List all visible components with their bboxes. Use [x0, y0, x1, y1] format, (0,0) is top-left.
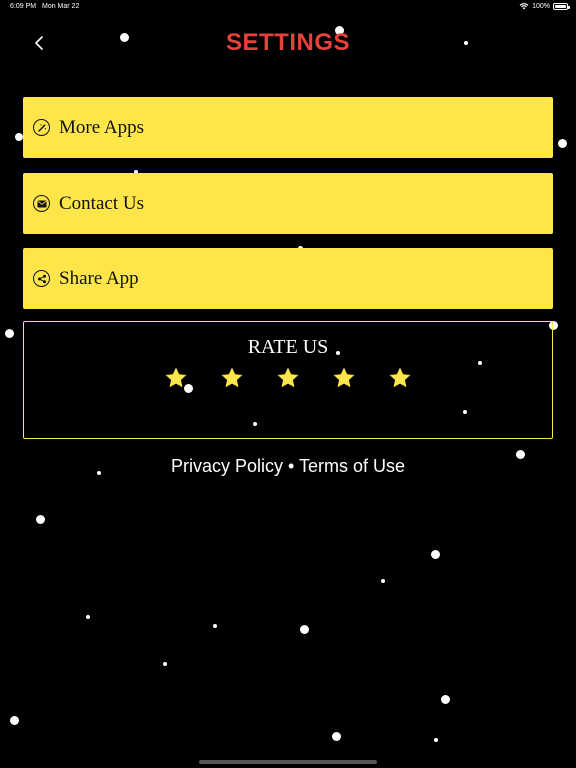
- snow-dot: [15, 133, 23, 141]
- battery-icon: [553, 2, 570, 10]
- snow-dot: [86, 615, 90, 619]
- share-app-label: Share App: [59, 267, 139, 289]
- snow-dot: [332, 732, 341, 741]
- terms-of-use-link[interactable]: Terms of Use: [299, 456, 405, 476]
- snow-dot: [431, 550, 440, 559]
- snow-dot: [558, 139, 567, 148]
- star-icon[interactable]: [220, 366, 244, 390]
- snow-dot: [36, 515, 45, 524]
- snow-dot: [10, 716, 19, 725]
- battery-fill: [555, 4, 566, 8]
- status-right: 100%: [519, 2, 570, 10]
- snow-dot: [381, 579, 385, 583]
- battery-cap: [568, 5, 570, 9]
- more-apps-button[interactable]: More Apps: [23, 97, 553, 158]
- star-icon[interactable]: [388, 366, 412, 390]
- privacy-policy-link[interactable]: Privacy Policy: [171, 456, 283, 476]
- contact-us-button[interactable]: Contact Us: [23, 173, 553, 234]
- footer-separator: •: [288, 456, 295, 476]
- star-icon[interactable]: [164, 366, 188, 390]
- snow-dot: [163, 662, 167, 666]
- wifi-icon: [519, 2, 529, 10]
- snow-dot: [5, 329, 14, 338]
- more-apps-label: More Apps: [59, 116, 144, 138]
- share-app-button[interactable]: Share App: [23, 248, 553, 309]
- star-icon[interactable]: [276, 366, 300, 390]
- star-icon[interactable]: [332, 366, 356, 390]
- home-indicator: [199, 760, 377, 764]
- page-title: SETTINGS: [225, 29, 350, 56]
- contact-us-label: Contact Us: [59, 192, 144, 214]
- mail-icon: [33, 195, 50, 212]
- status-time: 6:09 PM: [10, 3, 37, 10]
- footer-links: Privacy Policy • Terms of Use: [0, 456, 576, 477]
- status-date: Mon Mar 22: [42, 3, 80, 10]
- snow-dot: [300, 625, 309, 634]
- share-icon: [33, 270, 50, 287]
- snow-dot: [213, 624, 217, 628]
- rate-us-title: RATE US: [247, 336, 329, 358]
- rate-us-panel: RATE US: [23, 321, 553, 439]
- magic-wand-icon: [33, 119, 50, 136]
- battery-percent: 100%: [532, 2, 550, 10]
- snow-dot: [441, 695, 450, 704]
- snow-dot: [434, 738, 438, 742]
- status-bar: 6:09 PM Mon Mar 22 100%: [0, 0, 576, 16]
- star-rating: [24, 366, 552, 390]
